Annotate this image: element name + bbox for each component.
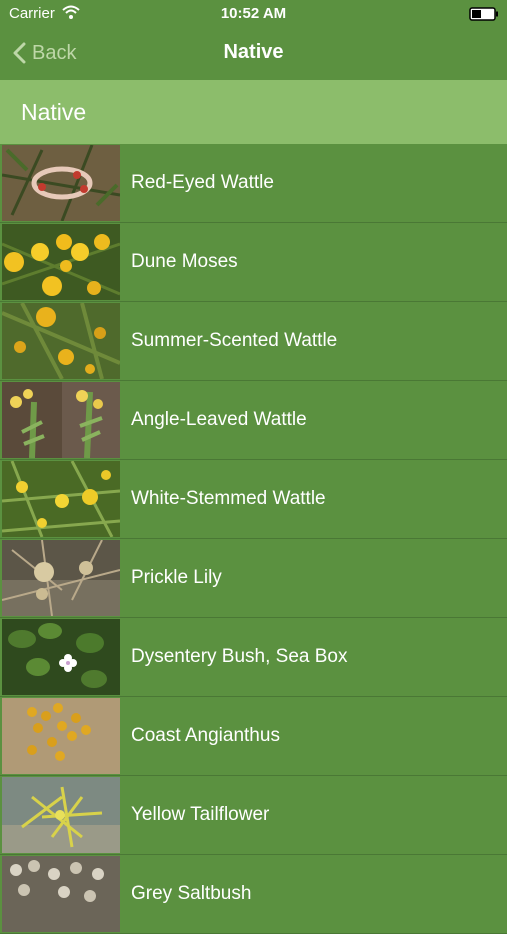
angle-leaved-wattle-photo [2, 382, 120, 458]
battery-icon [469, 7, 498, 21]
yellow-tailflower-photo [2, 777, 120, 853]
list-item-label: Prickle Lily [131, 567, 222, 588]
list-item[interactable]: Angle-Leaved Wattle [0, 381, 507, 460]
list-item-label: Red-Eyed Wattle [131, 172, 274, 193]
list-item-label: Yellow Tailflower [131, 804, 270, 825]
section-header: Native [0, 80, 507, 144]
red-eyed-wattle-photo [2, 145, 120, 221]
grey-saltbush-photo [2, 856, 120, 932]
list-item-label: Dysentery Bush, Sea Box [131, 646, 348, 667]
status-bar: Carrier 10:52 AM [0, 0, 507, 28]
navigation-bar: Back Native [0, 28, 507, 78]
list-item[interactable]: Dysentery Bush, Sea Box [0, 618, 507, 697]
dysentery-bush-photo [2, 619, 120, 695]
list-item[interactable]: Prickle Lily [0, 539, 507, 618]
prickle-lily-photo [2, 540, 120, 616]
list-item-label: Grey Saltbush [131, 883, 252, 904]
nav-title: Native [223, 41, 284, 63]
dune-moses-photo [2, 224, 120, 300]
list-item[interactable]: White-Stemmed Wattle [0, 460, 507, 539]
list-item[interactable]: Dune Moses [0, 223, 507, 302]
list-item[interactable]: Coast Angianthus [0, 697, 507, 776]
status-time: 10:52 AM [220, 5, 287, 22]
list-item-label: Coast Angianthus [131, 725, 280, 746]
section-title: Native [21, 99, 87, 125]
white-stemmed-wattle-photo [2, 461, 120, 537]
list-item[interactable]: Yellow Tailflower [0, 776, 507, 855]
list-item[interactable]: Grey Saltbush [0, 855, 507, 934]
list-item-label: White-Stemmed Wattle [131, 488, 326, 509]
list-item[interactable]: Red-Eyed Wattle [0, 144, 507, 223]
summer-scented-wattle-photo [2, 303, 120, 379]
coast-angianthus-photo [2, 698, 120, 774]
list-item-label: Dune Moses [131, 251, 238, 272]
list-item-label: Summer-Scented Wattle [131, 330, 338, 351]
list-item-label: Angle-Leaved Wattle [131, 409, 307, 430]
list-item[interactable]: Summer-Scented Wattle [0, 302, 507, 381]
plant-list: Red-Eyed Wattle Dune Moses Summer-Scente… [0, 144, 507, 934]
